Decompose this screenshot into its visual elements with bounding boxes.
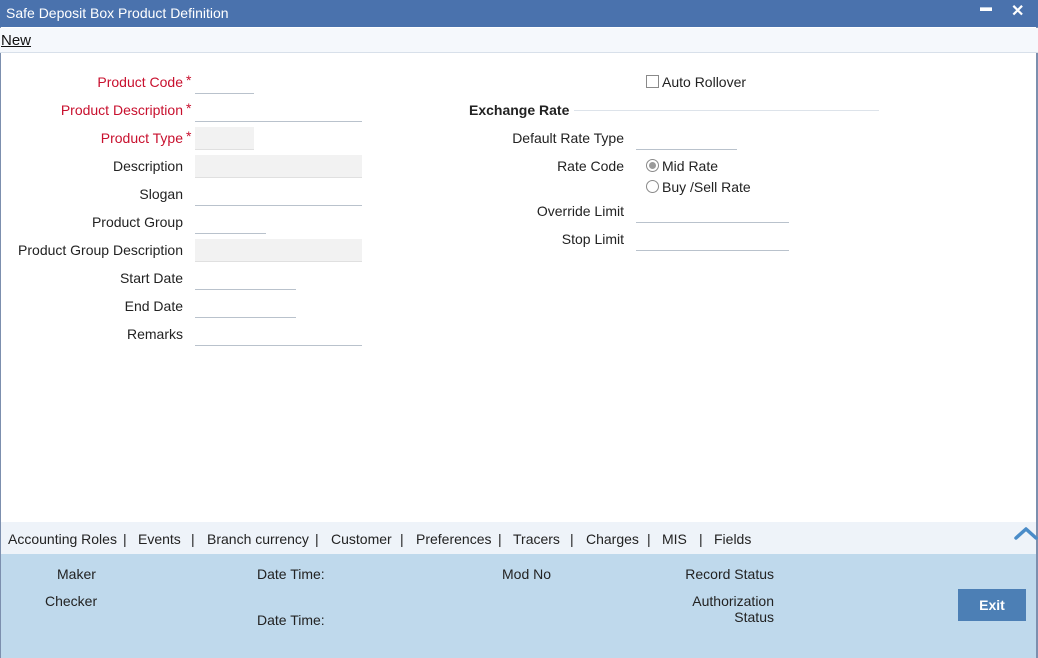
minimize-icon[interactable]: ▬ (980, 0, 992, 14)
record-status-label: Record Status (685, 566, 774, 582)
auto-rollover-label: Auto Rollover (662, 74, 747, 90)
default-rate-type-label: Default Rate Type (512, 130, 624, 146)
product-group-input[interactable] (195, 211, 266, 234)
product-group-description-input[interactable] (195, 239, 362, 262)
description-label: Description (112, 158, 183, 174)
product-code-label: Product Code (97, 74, 183, 90)
buy-sell-rate-radio[interactable] (646, 180, 659, 193)
tab-separator: | (570, 531, 574, 547)
product-group-label: Product Group (91, 214, 183, 230)
product-description-label: Product Description (60, 102, 183, 118)
mod-no-label: Mod No (502, 566, 552, 582)
checker-date-time-label: Date Time: (257, 612, 325, 628)
close-icon[interactable]: ✕ (1011, 1, 1024, 21)
product-group-description-label: Product Group Description (18, 242, 183, 258)
slogan-input[interactable] (195, 183, 362, 206)
override-limit-input[interactable] (636, 200, 789, 223)
tab-separator: | (647, 531, 651, 547)
start-date-input[interactable] (195, 267, 296, 290)
mid-rate-radio[interactable] (646, 159, 659, 172)
tab-mis[interactable]: MIS (662, 531, 687, 547)
remarks-input[interactable] (195, 323, 362, 346)
tab-separator: | (400, 531, 404, 547)
tab-separator: | (699, 531, 703, 547)
description-input[interactable] (195, 155, 362, 178)
default-rate-type-input[interactable] (636, 127, 737, 150)
override-limit-label: Override Limit (536, 203, 624, 219)
tab-separator: | (498, 531, 502, 547)
tab-tracers[interactable]: Tracers (513, 531, 560, 547)
end-date-label: End Date (124, 298, 183, 314)
product-type-input[interactable] (195, 127, 254, 150)
start-date-label: Start Date (119, 270, 183, 286)
required-marker: * (186, 72, 192, 88)
exchange-rate-title: Exchange Rate (469, 102, 570, 118)
window-title: Safe Deposit Box Product Definition (6, 5, 229, 21)
tab-customer[interactable]: Customer (331, 531, 392, 547)
product-description-input[interactable] (195, 99, 362, 122)
tab-accounting-roles[interactable]: Accounting Roles (8, 531, 117, 547)
buy-sell-rate-label: Buy /Sell Rate (662, 179, 751, 195)
mid-rate-label: Mid Rate (662, 158, 719, 174)
audit-footer: Maker Checker Date Time: Date Time: Mod … (1, 554, 1036, 658)
tab-events[interactable]: Events (138, 531, 181, 547)
tab-charges[interactable]: Charges (586, 531, 639, 547)
auto-rollover-checkbox[interactable] (646, 75, 659, 88)
tab-separator: | (191, 531, 195, 547)
required-marker: * (186, 100, 192, 116)
tab-fields[interactable]: Fields (714, 531, 751, 547)
required-marker: * (186, 128, 192, 144)
authorization-status-label-line1: Authorization (692, 593, 774, 609)
tab-preferences[interactable]: Preferences (416, 531, 491, 547)
stop-limit-label: Stop Limit (561, 231, 624, 247)
chevron-up-icon[interactable] (1014, 525, 1038, 541)
stop-limit-input[interactable] (636, 228, 789, 251)
subsystem-tabs: Accounting Roles | Events | Branch curre… (1, 522, 1036, 554)
slogan-label: Slogan (139, 186, 183, 202)
maker-date-time-label: Date Time: (257, 566, 325, 582)
product-type-label: Product Type (100, 130, 183, 146)
maker-label: Maker (57, 566, 96, 582)
new-link[interactable]: New (1, 32, 31, 49)
end-date-input[interactable] (195, 295, 296, 318)
exit-button[interactable]: Exit (958, 589, 1026, 621)
checker-label: Checker (45, 593, 98, 609)
section-divider (574, 110, 879, 111)
product-code-input[interactable] (195, 71, 254, 94)
rate-code-label: Rate Code (557, 158, 624, 174)
window-title-bar: Safe Deposit Box Product Definition ▬ ✕ (0, 0, 1038, 27)
remarks-label: Remarks (126, 326, 183, 342)
tab-branch-currency[interactable]: Branch currency (207, 531, 309, 547)
toolbar: New (0, 28, 1038, 53)
tab-separator: | (315, 531, 319, 547)
tab-separator: | (123, 531, 127, 547)
authorization-status-label-line2: Status (734, 609, 774, 625)
